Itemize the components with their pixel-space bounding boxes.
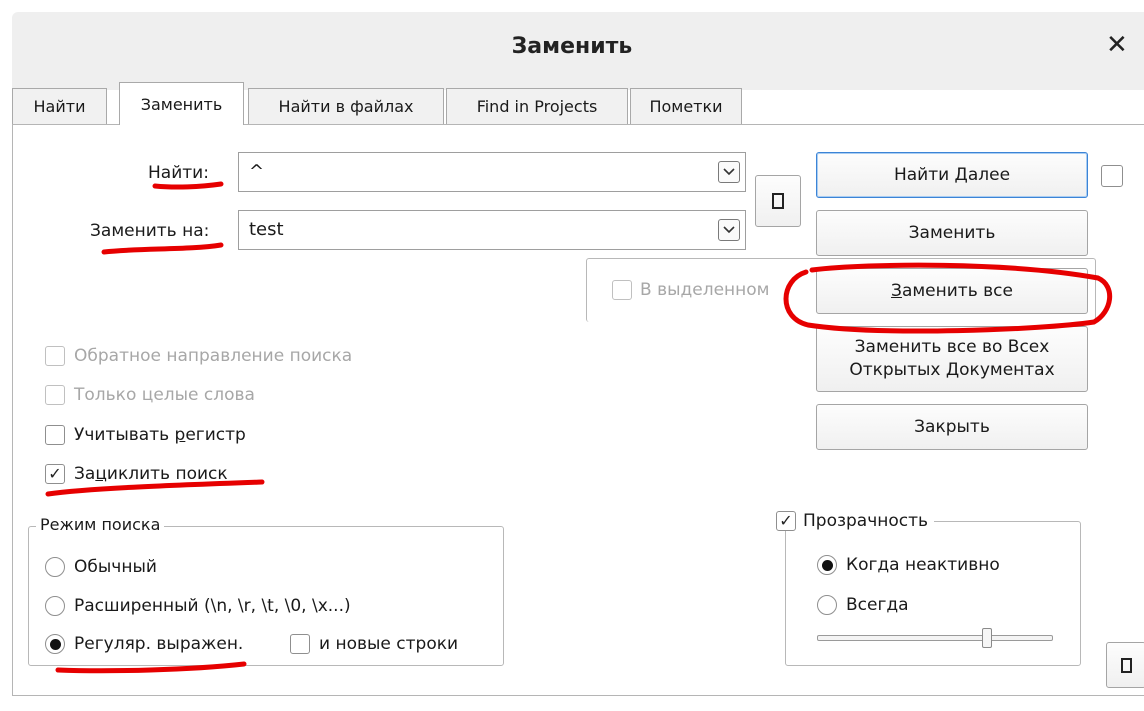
- mode-regex-label: Регуляр. выражен.: [74, 634, 244, 654]
- in-selection-label: В выделенном: [640, 280, 770, 300]
- mode-normal-option[interactable]: Обычный: [45, 557, 157, 577]
- replace-input-value: test: [249, 219, 284, 240]
- always-label: Всегда: [846, 595, 909, 615]
- match-case-label: Учитывать регистр: [74, 425, 246, 445]
- whole-word-label: Только целые слова: [74, 385, 255, 405]
- mode-normal-label: Обычный: [74, 557, 157, 577]
- mode-extended-radio[interactable]: [45, 596, 65, 616]
- mode-extended-label: Расширенный (\n, \r, \t, \0, \x...): [74, 596, 351, 616]
- replace-combo[interactable]: test: [238, 210, 746, 250]
- replace-dropdown-button[interactable]: [718, 219, 740, 241]
- newlines-option[interactable]: и новые строки: [290, 634, 458, 654]
- mode-regex-radio[interactable]: [45, 634, 65, 654]
- search-mode-title: Режим поиска: [36, 515, 165, 534]
- square-icon: [772, 193, 784, 209]
- find-label: Найти:: [148, 163, 209, 183]
- newlines-checkbox[interactable]: [290, 634, 310, 654]
- replace-label: Заменить на:: [90, 221, 210, 241]
- in-selection-option[interactable]: В выделенном: [612, 277, 780, 303]
- transparency-group: [785, 521, 1081, 666]
- when-inactive-radio[interactable]: [817, 555, 837, 575]
- tab-find-in-files[interactable]: Найти в файлах: [248, 88, 444, 124]
- transparency-checkbox[interactable]: ✓: [776, 511, 796, 531]
- replace-all-mnemonic: З: [891, 281, 902, 301]
- mode-normal-radio[interactable]: [45, 557, 65, 577]
- chevron-down-icon: [723, 168, 735, 176]
- transparency-label: Прозрачность: [803, 511, 929, 531]
- replace-all-in-open-docs-button[interactable]: Заменить все во Всех Открытых Документах: [816, 326, 1088, 392]
- tab-find-in-projects[interactable]: Find in Projects: [446, 88, 628, 124]
- close-button[interactable]: Закрыть: [816, 404, 1088, 450]
- extra-toggle-button[interactable]: [1106, 642, 1144, 688]
- chevron-down-icon: [723, 226, 735, 234]
- whole-word-option[interactable]: Только целые слова: [45, 385, 255, 405]
- replace-button[interactable]: Заменить: [816, 210, 1088, 256]
- mode-regex-option[interactable]: Регуляр. выражен.: [45, 634, 243, 654]
- wrap-around-label: Зациклить поиск: [74, 464, 228, 484]
- dialog-title: Заменить: [511, 34, 633, 59]
- in-selection-checkbox[interactable]: [612, 280, 632, 300]
- transparency-slider-thumb[interactable]: [981, 628, 992, 648]
- square-icon: [1120, 657, 1132, 673]
- backward-checkbox[interactable]: [45, 346, 65, 366]
- wrap-around-option[interactable]: ✓ Зациклить поиск: [45, 464, 228, 484]
- replace-all-open-line1: Заменить все во Всех: [854, 337, 1050, 357]
- transparency-toggle[interactable]: ✓ Прозрачность: [770, 511, 935, 531]
- tab-find[interactable]: Найти: [12, 88, 107, 124]
- transparency-slider-track[interactable]: [817, 635, 1053, 641]
- match-case-option[interactable]: Учитывать регистр: [45, 425, 246, 445]
- replace-all-label: аменить все: [901, 281, 1013, 301]
- find-next-option-checkbox[interactable]: [1101, 165, 1123, 187]
- tab-replace[interactable]: Заменить: [119, 82, 244, 125]
- backward-label: Обратное направление поиска: [74, 346, 353, 366]
- wrap-around-checkbox[interactable]: ✓: [45, 464, 65, 484]
- match-case-checkbox[interactable]: [45, 425, 65, 445]
- find-next-button[interactable]: Найти Далее: [816, 152, 1088, 198]
- find-input-value: ^: [249, 161, 265, 182]
- swap-button[interactable]: [755, 175, 801, 227]
- mode-extended-option[interactable]: Расширенный (\n, \r, \t, \0, \x...): [45, 596, 351, 616]
- replace-all-open-line2: Открытых Документах: [849, 360, 1055, 380]
- find-dropdown-button[interactable]: [718, 161, 740, 183]
- always-radio[interactable]: [817, 595, 837, 615]
- whole-word-checkbox[interactable]: [45, 385, 65, 405]
- find-combo[interactable]: ^: [238, 152, 746, 192]
- backward-option[interactable]: Обратное направление поиска: [45, 346, 352, 366]
- when-inactive-label: Когда неактивно: [846, 555, 1000, 575]
- replace-all-button[interactable]: Заменить все: [816, 268, 1088, 314]
- close-icon[interactable]: ✕: [1106, 30, 1128, 60]
- always-option[interactable]: Всегда: [817, 595, 909, 615]
- newlines-label: и новые строки: [319, 634, 459, 654]
- when-inactive-option[interactable]: Когда неактивно: [817, 555, 1000, 575]
- tab-marks[interactable]: Пометки: [630, 88, 742, 124]
